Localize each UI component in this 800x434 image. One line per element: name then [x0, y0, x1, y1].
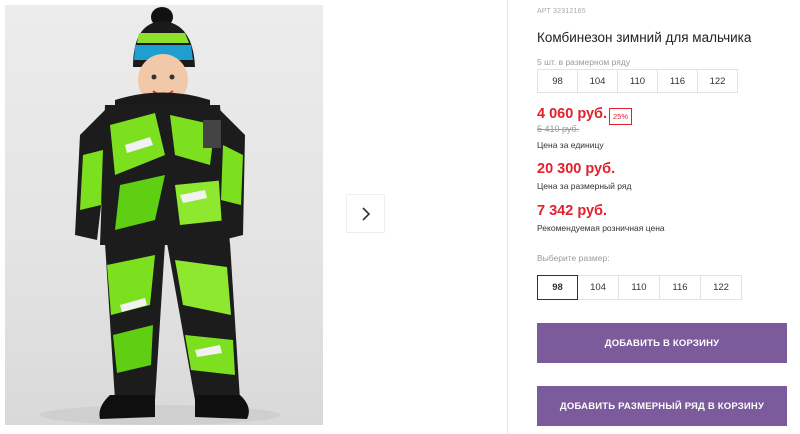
size-option-110[interactable]: 110	[618, 275, 660, 300]
size-option-116[interactable]: 116	[659, 275, 701, 300]
series-size-122: 122	[697, 69, 738, 93]
series-price-label: Цена за размерный ряд	[537, 181, 632, 191]
old-price: 5 410 руб.	[537, 124, 580, 134]
series-price: 20 300 руб.	[537, 161, 616, 177]
discount-badge: 25%	[609, 108, 633, 125]
chevron-right-icon	[361, 206, 370, 221]
series-count-label: 5 шт. в размерном ряду	[537, 57, 631, 67]
unit-price: 4 060 руб.	[537, 106, 608, 122]
series-size-110: 110	[617, 69, 658, 93]
size-option-122[interactable]: 122	[700, 275, 742, 300]
size-selector: 98 104 110 116 122	[537, 275, 742, 300]
next-image-button[interactable]	[347, 195, 384, 232]
series-size-98: 98	[537, 69, 578, 93]
product-title: Комбинезон зимний для мальчика	[537, 30, 752, 45]
choose-size-label: Выберите размер:	[537, 253, 610, 263]
series-size-116: 116	[657, 69, 698, 93]
product-gallery	[0, 0, 508, 434]
product-photo[interactable]	[5, 5, 323, 425]
retail-price: 7 342 руб.	[537, 203, 608, 219]
product-image	[40, 7, 280, 425]
retail-price-label: Рекомендуемая розничная цена	[537, 223, 665, 233]
size-option-104[interactable]: 104	[577, 275, 619, 300]
size-option-98[interactable]: 98	[537, 275, 578, 300]
article-number: АРТ 32312165	[537, 8, 586, 15]
series-size-104: 104	[577, 69, 618, 93]
add-series-to-cart-button[interactable]: ДОБАВИТЬ РАЗМЕРНЫЙ РЯД В КОРЗИНУ	[537, 386, 787, 426]
series-sizes: 98 104 110 116 122	[537, 69, 738, 93]
unit-price-label: Цена за единицу	[537, 140, 604, 150]
add-to-cart-button[interactable]: ДОБАВИТЬ В КОРЗИНУ	[537, 323, 787, 363]
